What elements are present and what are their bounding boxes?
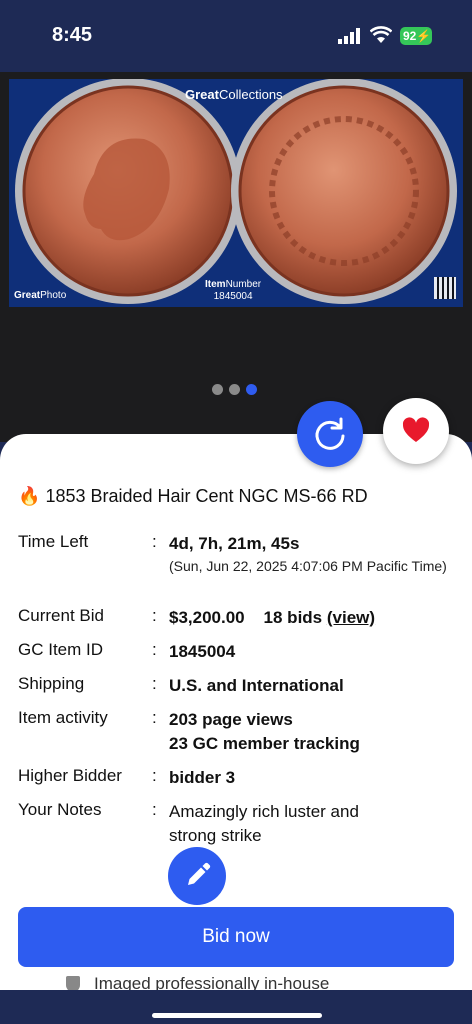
- item-number-label: ItemNumber 1845004: [205, 279, 262, 302]
- separator: :: [152, 532, 157, 551]
- current-bid-label: Current Bid: [18, 606, 104, 625]
- coin-photo[interactable]: GreatCollections GreatPhoto ItemNumber 1…: [9, 79, 463, 307]
- member-tracking: 23 GC member tracking: [169, 734, 360, 753]
- item-id-label: GC Item ID: [18, 640, 104, 659]
- view-bids-link[interactable]: (view): [327, 608, 375, 627]
- item-id-value: 1845004: [169, 642, 236, 661]
- time-left-label: Time Left: [18, 532, 89, 551]
- high-bidder-label: Higher Bidder: [18, 766, 122, 785]
- coin-obverse-image: [15, 79, 457, 304]
- status-bar: 8:45 92⚡: [0, 0, 472, 72]
- separator: :: [152, 674, 157, 693]
- separator: :: [152, 640, 157, 659]
- refresh-button[interactable]: [297, 401, 363, 467]
- item-number-value: 1845004: [213, 291, 253, 302]
- current-bid-value: $3,200.00 18 bids (view): [169, 606, 449, 630]
- carousel-dot[interactable]: [229, 384, 240, 395]
- coin-image-carousel[interactable]: GreatCollections GreatPhoto ItemNumber 1…: [0, 72, 472, 442]
- photo-credit: GreatPhoto: [14, 290, 67, 301]
- heart-icon: [402, 417, 430, 442]
- bid-now-button[interactable]: Bid now: [18, 907, 454, 967]
- home-indicator[interactable]: [152, 1013, 322, 1018]
- listing-title: 🔥 1853 Braided Hair Cent NGC MS-66 RD: [18, 486, 368, 506]
- item-activity-label: Item activity: [18, 708, 108, 727]
- shipping-label: Shipping: [18, 674, 85, 693]
- end-time: (Sun, Jun 22, 2025 4:07:06 PM Pacific Ti…: [169, 558, 447, 574]
- notes-label: Your Notes: [18, 800, 102, 819]
- notes-line-1: Amazingly rich luster and: [169, 802, 359, 821]
- high-bidder-value: bidder 3: [169, 768, 236, 787]
- pencil-icon: [188, 862, 211, 885]
- separator: :: [152, 800, 157, 819]
- status-time: 8:45: [52, 24, 93, 46]
- page-views: 203 page views: [169, 710, 293, 729]
- carousel-indicator[interactable]: [212, 380, 263, 399]
- qr-code-icon: [434, 277, 456, 299]
- carousel-dot-active[interactable]: [246, 384, 257, 395]
- bid-count: 18 bids: [263, 608, 323, 627]
- brand-watermark: GreatCollections: [185, 87, 283, 102]
- footer-note: Imaged professionally in-house: [0, 968, 472, 990]
- home-indicator-bar: [0, 990, 472, 1024]
- footer-text: Imaged professionally in-house: [94, 974, 330, 990]
- shield-icon: [66, 976, 80, 990]
- refresh-icon: [315, 417, 345, 450]
- separator: :: [152, 766, 157, 785]
- fire-icon: 🔥: [18, 486, 41, 506]
- edit-notes-button[interactable]: [168, 847, 226, 905]
- shipping-value: U.S. and International: [169, 676, 344, 695]
- battery-level: 92: [403, 29, 417, 43]
- favorite-button[interactable]: [383, 398, 449, 464]
- bid-amount: $3,200.00: [169, 608, 245, 627]
- notes-line-2: strong strike: [169, 826, 262, 845]
- wifi-icon: [370, 26, 392, 43]
- carousel-dot[interactable]: [212, 384, 223, 395]
- time-left-value: 4d, 7h, 21m, 45s: [169, 534, 300, 553]
- charging-bolt-icon: ⚡: [416, 29, 432, 43]
- signal-icon: [338, 28, 360, 44]
- battery-indicator: 92⚡: [400, 27, 432, 45]
- separator: :: [152, 708, 157, 727]
- separator: :: [152, 606, 157, 625]
